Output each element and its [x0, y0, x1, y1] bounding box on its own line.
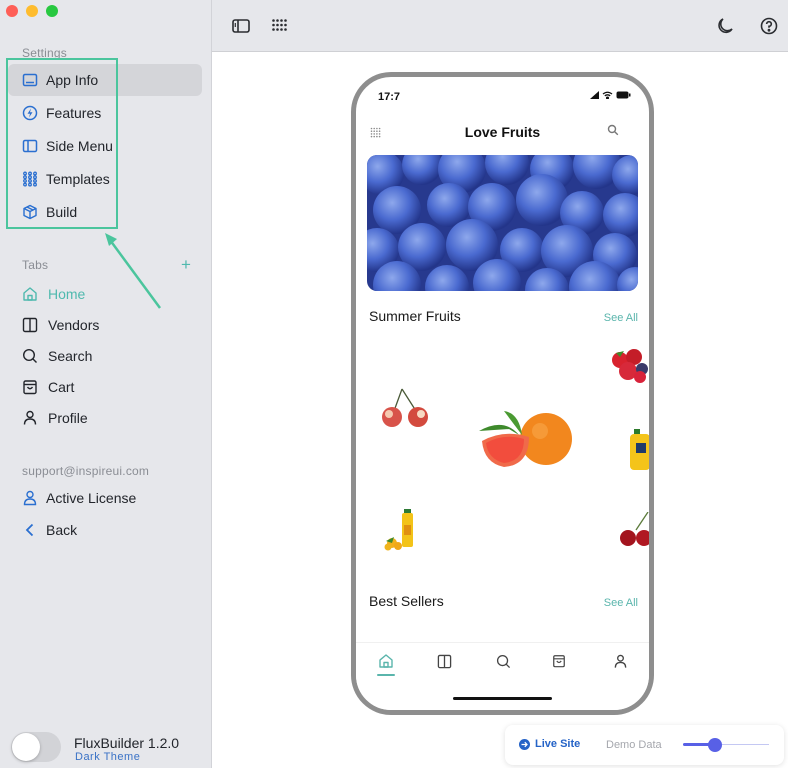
tab-item-label: Home: [48, 286, 86, 302]
bottom-nav-vendors[interactable]: [434, 651, 454, 671]
home-indicator: [453, 697, 552, 700]
box-icon: [22, 204, 38, 220]
bottom-nav-home[interactable]: [376, 651, 396, 671]
cart-icon: [553, 655, 565, 668]
sidebar-item-label: Build: [46, 204, 78, 220]
columns-icon: [437, 654, 451, 668]
help-icon[interactable]: [759, 16, 779, 36]
support-email: support@inspireui.com: [22, 464, 150, 478]
blueberries-image: [367, 155, 638, 291]
home-icon: [379, 654, 393, 668]
status-icons: [590, 91, 631, 99]
active-tab-indicator: [377, 674, 395, 676]
maximize-window-button[interactable]: [46, 5, 58, 17]
berries-image[interactable]: [610, 345, 650, 385]
see-all-summer-fruits[interactable]: See All: [604, 312, 638, 324]
status-time: 17:7: [378, 91, 401, 103]
bottom-nav-search[interactable]: [493, 651, 513, 671]
minimize-window-button[interactable]: [26, 5, 38, 17]
bolt-icon: [22, 105, 38, 121]
battery-icon: [616, 91, 631, 99]
bottom-navigation: [356, 642, 649, 710]
red-cherries-image[interactable]: [618, 512, 650, 548]
arrow-right-circle-icon: [519, 738, 530, 750]
sidebar-item-features[interactable]: Features: [8, 97, 202, 129]
settings-section-label: Settings: [22, 46, 67, 60]
demo-data-button[interactable]: Demo Data: [606, 739, 662, 751]
sidebar-item-label: Features: [46, 105, 102, 121]
tab-item-label: Profile: [48, 410, 88, 426]
orange-juice-image[interactable]: [628, 429, 650, 471]
bottom-nav-cart[interactable]: [549, 651, 569, 671]
signal-icon: [590, 91, 599, 99]
section-title-best-sellers: Best Sellers: [369, 593, 444, 609]
wifi-icon: [602, 91, 613, 99]
see-all-best-sellers[interactable]: See All: [604, 597, 638, 609]
search-icon[interactable]: [607, 123, 619, 141]
columns-icon: [22, 317, 38, 333]
tab-item-vendors[interactable]: Vendors: [8, 310, 202, 340]
app-window: Settings App Info Features Side Menu Tem…: [0, 0, 788, 768]
tabs-section-label: Tabs: [22, 258, 49, 272]
sidebar-item-app-info[interactable]: App Info: [8, 64, 202, 96]
banner-image[interactable]: [367, 155, 638, 291]
user-icon: [22, 410, 38, 426]
search-icon: [22, 348, 38, 364]
user-icon: [614, 654, 626, 668]
toggle-sidebar-icon[interactable]: [231, 16, 251, 36]
grid-icon: [22, 171, 38, 187]
fruit-collage: [356, 337, 649, 577]
phone-preview: 17:7 Love Fruits Summer Fruits See All B…: [351, 72, 654, 715]
live-site-label: Live Site: [535, 738, 581, 750]
cherries-image[interactable]: [380, 387, 432, 429]
grapefruit-orange-image[interactable]: [474, 407, 574, 472]
sidebar-item-label: Templates: [46, 171, 110, 187]
active-license-link[interactable]: Active License: [8, 482, 202, 514]
tab-item-home[interactable]: Home: [8, 279, 202, 309]
slider-thumb[interactable]: [707, 738, 722, 752]
side-menu-icon: [22, 138, 38, 154]
app-title: Love Fruits: [464, 124, 541, 140]
home-icon: [22, 286, 38, 302]
window-controls: [6, 5, 58, 17]
active-license-label: Active License: [46, 490, 137, 506]
sidebar-item-side-menu[interactable]: Side Menu: [8, 130, 202, 162]
zoom-slider[interactable]: [683, 738, 769, 752]
back-label: Back: [46, 522, 78, 538]
tab-item-search[interactable]: Search: [8, 341, 202, 371]
app-version: FluxBuilder 1.2.0: [74, 735, 180, 751]
preview-controls: Live Site Demo Data: [505, 725, 784, 765]
top-toolbar: [212, 0, 788, 52]
dark-theme-label[interactable]: Dark Theme: [75, 751, 140, 763]
sidebar-item-label: Side Menu: [46, 138, 113, 154]
tab-item-profile[interactable]: Profile: [8, 403, 202, 433]
add-tab-button[interactable]: +: [181, 255, 191, 275]
app-info-icon: [22, 72, 38, 88]
tab-item-label: Cart: [48, 379, 75, 395]
user-icon: [22, 490, 38, 506]
dark-theme-toggle[interactable]: [11, 732, 61, 762]
sidebar: Settings App Info Features Side Menu Tem…: [0, 0, 212, 768]
back-button[interactable]: Back: [8, 514, 202, 546]
tab-item-label: Search: [48, 348, 93, 364]
cart-icon: [22, 379, 38, 395]
toggle-knob: [12, 733, 40, 761]
chevron-left-icon: [22, 522, 38, 538]
apps-grid-icon[interactable]: [270, 16, 290, 36]
juice-bottle-image[interactable]: [384, 509, 422, 551]
tab-item-cart[interactable]: Cart: [8, 372, 202, 402]
sidebar-item-build[interactable]: Build: [8, 196, 202, 228]
search-icon: [496, 654, 510, 668]
tab-item-label: Vendors: [48, 317, 100, 333]
live-site-button[interactable]: Live Site: [519, 738, 580, 750]
section-title-summer-fruits: Summer Fruits: [369, 308, 461, 324]
sidebar-item-label: App Info: [46, 72, 99, 88]
sidebar-item-templates[interactable]: Templates: [8, 163, 202, 195]
moon-icon[interactable]: [715, 16, 735, 36]
close-window-button[interactable]: [6, 5, 18, 17]
bottom-nav-profile[interactable]: [610, 651, 630, 671]
